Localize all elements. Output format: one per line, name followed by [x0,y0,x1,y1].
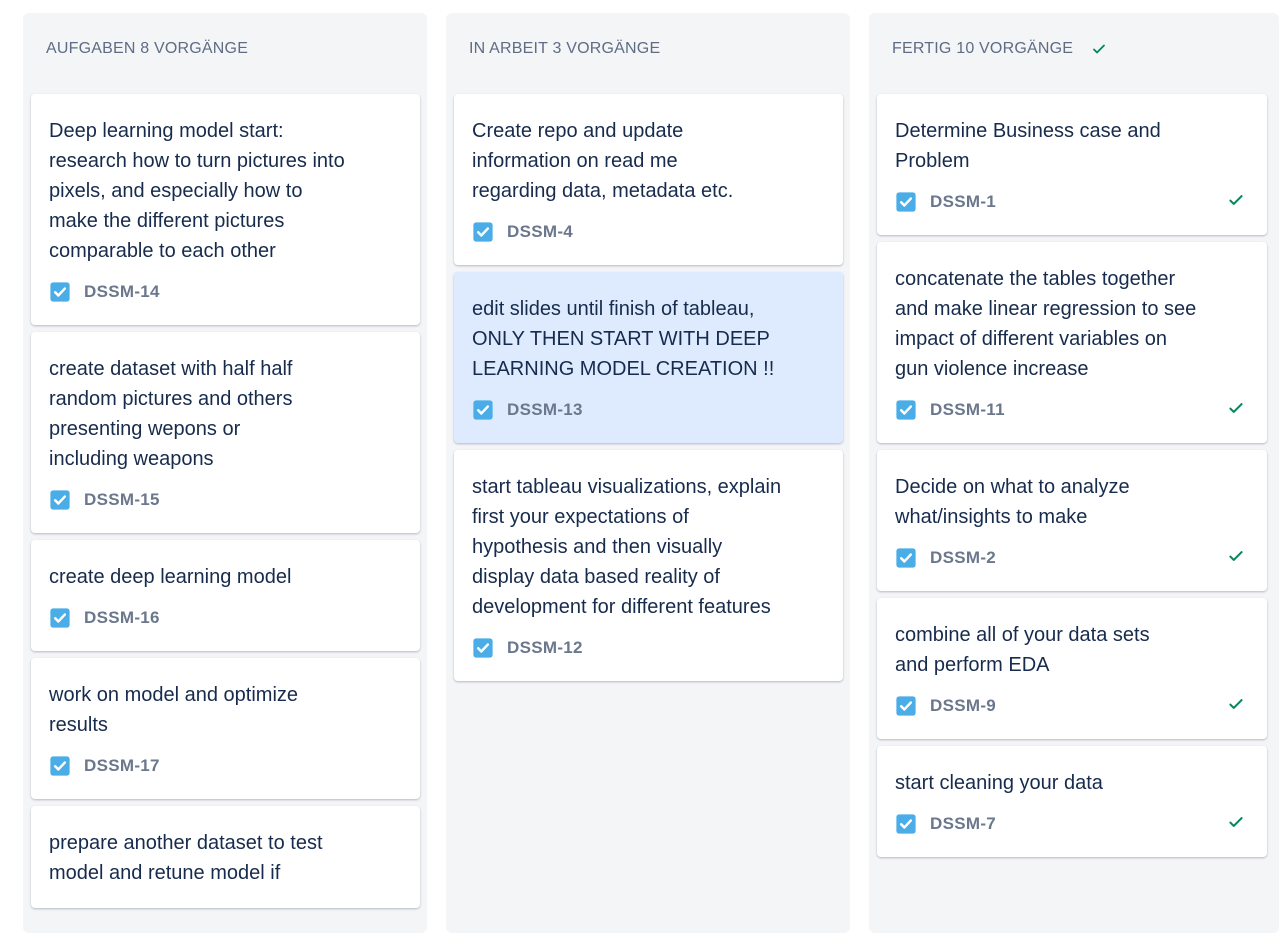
card-summary: Create repo and update information on re… [472,120,734,202]
issue-key[interactable]: DSSM-4 [507,222,573,242]
done-check-icon [1229,699,1243,709]
column-in-arbeit: IN ARBEIT 3 VORGÄNGE Create repo and upd… [446,13,850,933]
check-icon [1093,44,1106,54]
task-checkbox-icon [473,638,493,658]
issue-key[interactable]: DSSM-11 [930,400,1005,420]
card-summary: work on model and optimize results [49,684,299,736]
card-summary: create dataset with half half random pic… [49,358,293,470]
task-checkbox-icon [896,814,916,834]
issue-key[interactable]: DSSM-14 [84,282,160,302]
card-summary: start tableau visualizations, explain fi… [472,476,782,618]
issue-card[interactable]: work on model and optimize results DSSM-… [31,658,420,799]
issue-key[interactable]: DSSM-15 [84,490,160,510]
card-summary: combine all of your data sets and perfor… [895,624,1150,676]
card-summary: prepare another dataset to test model an… [49,832,323,884]
task-checkbox-icon [50,756,70,776]
task-checkbox-icon [896,548,916,568]
column-title: IN ARBEIT 3 VORGÄNGE [469,40,661,57]
issue-card[interactable]: combine all of your data sets and perfor… [877,598,1267,739]
issue-key[interactable]: DSSM-9 [930,696,996,716]
task-checkbox-icon [50,490,70,510]
card-summary: Determine Business case and Problem [895,120,1161,172]
task-checkbox-icon [473,400,493,420]
issue-key[interactable]: DSSM-12 [507,638,583,658]
column-fertig: FERTIG 10 VORGÄNGE Determine Business ca… [869,13,1279,933]
column-header: FERTIG 10 VORGÄNGE [869,13,1279,85]
done-check-icon [1229,195,1243,205]
card-summary: create deep learning model [49,566,292,588]
column-header: AUFGABEN 8 VORGÄNGE [23,13,427,85]
issue-card[interactable]: prepare another dataset to test model an… [31,806,420,908]
issue-card[interactable]: create deep learning model DSSM-16 [31,540,420,651]
issue-card[interactable]: Create repo and update information on re… [454,94,843,265]
issue-key[interactable]: DSSM-7 [930,814,996,834]
issue-card-selected[interactable]: edit slides until finish of tableau, ONL… [454,272,843,443]
issue-card[interactable]: Decide on what to analyze what/insights … [877,450,1267,591]
kanban-board: AUFGABEN 8 VORGÄNGE Deep learning model … [0,0,1279,933]
task-checkbox-icon [896,192,916,212]
done-check-icon [1229,551,1243,561]
task-checkbox-icon [50,282,70,302]
issue-key[interactable]: DSSM-13 [507,400,583,420]
task-checkbox-icon [896,400,916,420]
task-checkbox-icon [50,608,70,628]
issue-card[interactable]: Deep learning model start: research how … [31,94,420,325]
issue-card[interactable]: create dataset with half half random pic… [31,332,420,533]
issue-key[interactable]: DSSM-16 [84,608,160,628]
column-header: IN ARBEIT 3 VORGÄNGE [446,13,850,85]
task-checkbox-icon [473,222,493,242]
issue-card[interactable]: start tableau visualizations, explain fi… [454,450,843,681]
issue-card[interactable]: concatenate the tables together and make… [877,242,1267,443]
issue-key[interactable]: DSSM-1 [930,192,996,212]
issue-key[interactable]: DSSM-17 [84,756,160,776]
issue-card[interactable]: start cleaning your data DSSM-7 [877,746,1267,857]
column-title: AUFGABEN 8 VORGÄNGE [46,40,249,57]
column-aufgaben: AUFGABEN 8 VORGÄNGE Deep learning model … [23,13,427,933]
task-checkbox-icon [896,696,916,716]
card-summary: concatenate the tables together and make… [895,268,1197,380]
card-summary: start cleaning your data [895,772,1103,794]
issue-card[interactable]: Determine Business case and Problem DSSM… [877,94,1267,235]
done-check-icon [1229,403,1243,413]
card-summary: Deep learning model start: research how … [49,120,345,262]
card-summary: edit slides until finish of tableau, ONL… [472,298,775,380]
card-summary: Decide on what to analyze what/insights … [895,476,1130,528]
issue-key[interactable]: DSSM-2 [930,548,996,568]
done-check-icon [1229,817,1243,827]
column-title: FERTIG 10 VORGÄNGE [892,40,1074,57]
